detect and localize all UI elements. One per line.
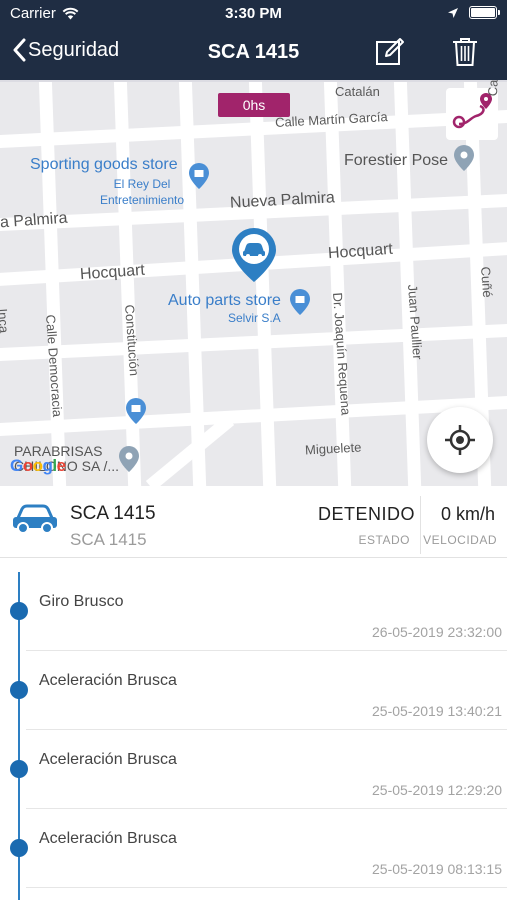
poi-label: Sporting goods store — [30, 156, 178, 173]
clock: 3:30 PM — [225, 5, 282, 22]
poi-label: Selvir S.A — [228, 311, 281, 325]
battery-icon — [469, 6, 500, 19]
divider — [26, 887, 507, 888]
car-icon — [13, 504, 57, 534]
navigation-bar: Seguridad SCA 1415 — [0, 28, 507, 80]
poi-label: Auto parts store — [168, 292, 281, 309]
vehicle-status-value: DETENIDO — [317, 504, 415, 524]
event-title: Aceleración Brusca — [39, 672, 177, 689]
shopping-bag-pin-icon — [290, 289, 310, 315]
street-label: Cuñé — [478, 266, 496, 299]
divider — [420, 496, 421, 554]
vehicle-speed-value: 0 km/h — [440, 504, 495, 524]
timeline-dot — [10, 760, 28, 778]
event-title: Aceleración Brusca — [39, 830, 177, 847]
vehicle-marker-icon[interactable] — [230, 226, 278, 284]
google-logo: Google — [10, 456, 66, 475]
map-pin-icon — [119, 446, 139, 472]
vehicle-status-label: ESTADO — [358, 533, 410, 547]
event-title: Giro Brusco — [39, 593, 124, 610]
event-timeline[interactable]: Giro Brusco 26-05-2019 23:32:00 Acelerac… — [0, 572, 507, 900]
timeline-event[interactable]: Giro Brusco 26-05-2019 23:32:00 — [0, 572, 507, 651]
location-arrow-icon — [448, 7, 458, 18]
street-label: Inca — [0, 308, 12, 334]
trash-icon[interactable] — [450, 36, 480, 68]
elapsed-time-chip: 0hs — [218, 93, 290, 117]
event-timestamp: 26-05-2019 23:32:00 — [372, 624, 502, 640]
street-label: Catalán — [335, 84, 380, 99]
battery-fill — [471, 8, 495, 17]
timeline-event[interactable]: Aceleración Brusca 25-05-2019 08:13:15 — [0, 809, 507, 888]
map-pin-icon — [454, 145, 474, 171]
vehicle-plate: SCA 1415 — [70, 530, 147, 549]
vehicle-name: SCA 1415 — [70, 503, 156, 524]
event-title: Aceleración Brusca — [39, 751, 177, 768]
edit-icon[interactable] — [374, 36, 406, 68]
crosshair-icon — [445, 425, 475, 455]
event-timestamp: 25-05-2019 12:29:20 — [372, 782, 502, 798]
locate-button[interactable] — [427, 407, 493, 473]
poi-label: Forestier Pose — [344, 152, 449, 169]
map-view[interactable]: 0hs Catalán Calle Martín García Carabela… — [0, 80, 507, 486]
poi-label: El Rey Del Entretenimiento — [99, 177, 185, 207]
shopping-bag-pin-icon — [126, 398, 146, 424]
vehicle-summary-card: SCA 1415 SCA 1415 DETENIDO ESTADO 0 km/h… — [0, 486, 507, 558]
timeline-event[interactable]: Aceleración Brusca 25-05-2019 12:29:20 — [0, 730, 507, 809]
street-label: Carabelas — [485, 80, 502, 97]
timeline-dot — [10, 681, 28, 699]
timeline-dot — [10, 602, 28, 620]
timeline-dot — [10, 839, 28, 857]
shopping-bag-pin-icon — [189, 163, 209, 189]
status-bar: Carrier 3:30 PM — [0, 0, 507, 28]
page-title: SCA 1415 — [207, 41, 300, 63]
event-timestamp: 25-05-2019 08:13:15 — [372, 861, 502, 877]
timeline-event[interactable]: Aceleración Brusca 25-05-2019 13:40:21 — [0, 651, 507, 730]
event-timestamp: 25-05-2019 13:40:21 — [372, 703, 502, 719]
vehicle-speed-label: VELOCIDAD — [423, 533, 497, 547]
street-label: Miguelete — [304, 439, 362, 458]
